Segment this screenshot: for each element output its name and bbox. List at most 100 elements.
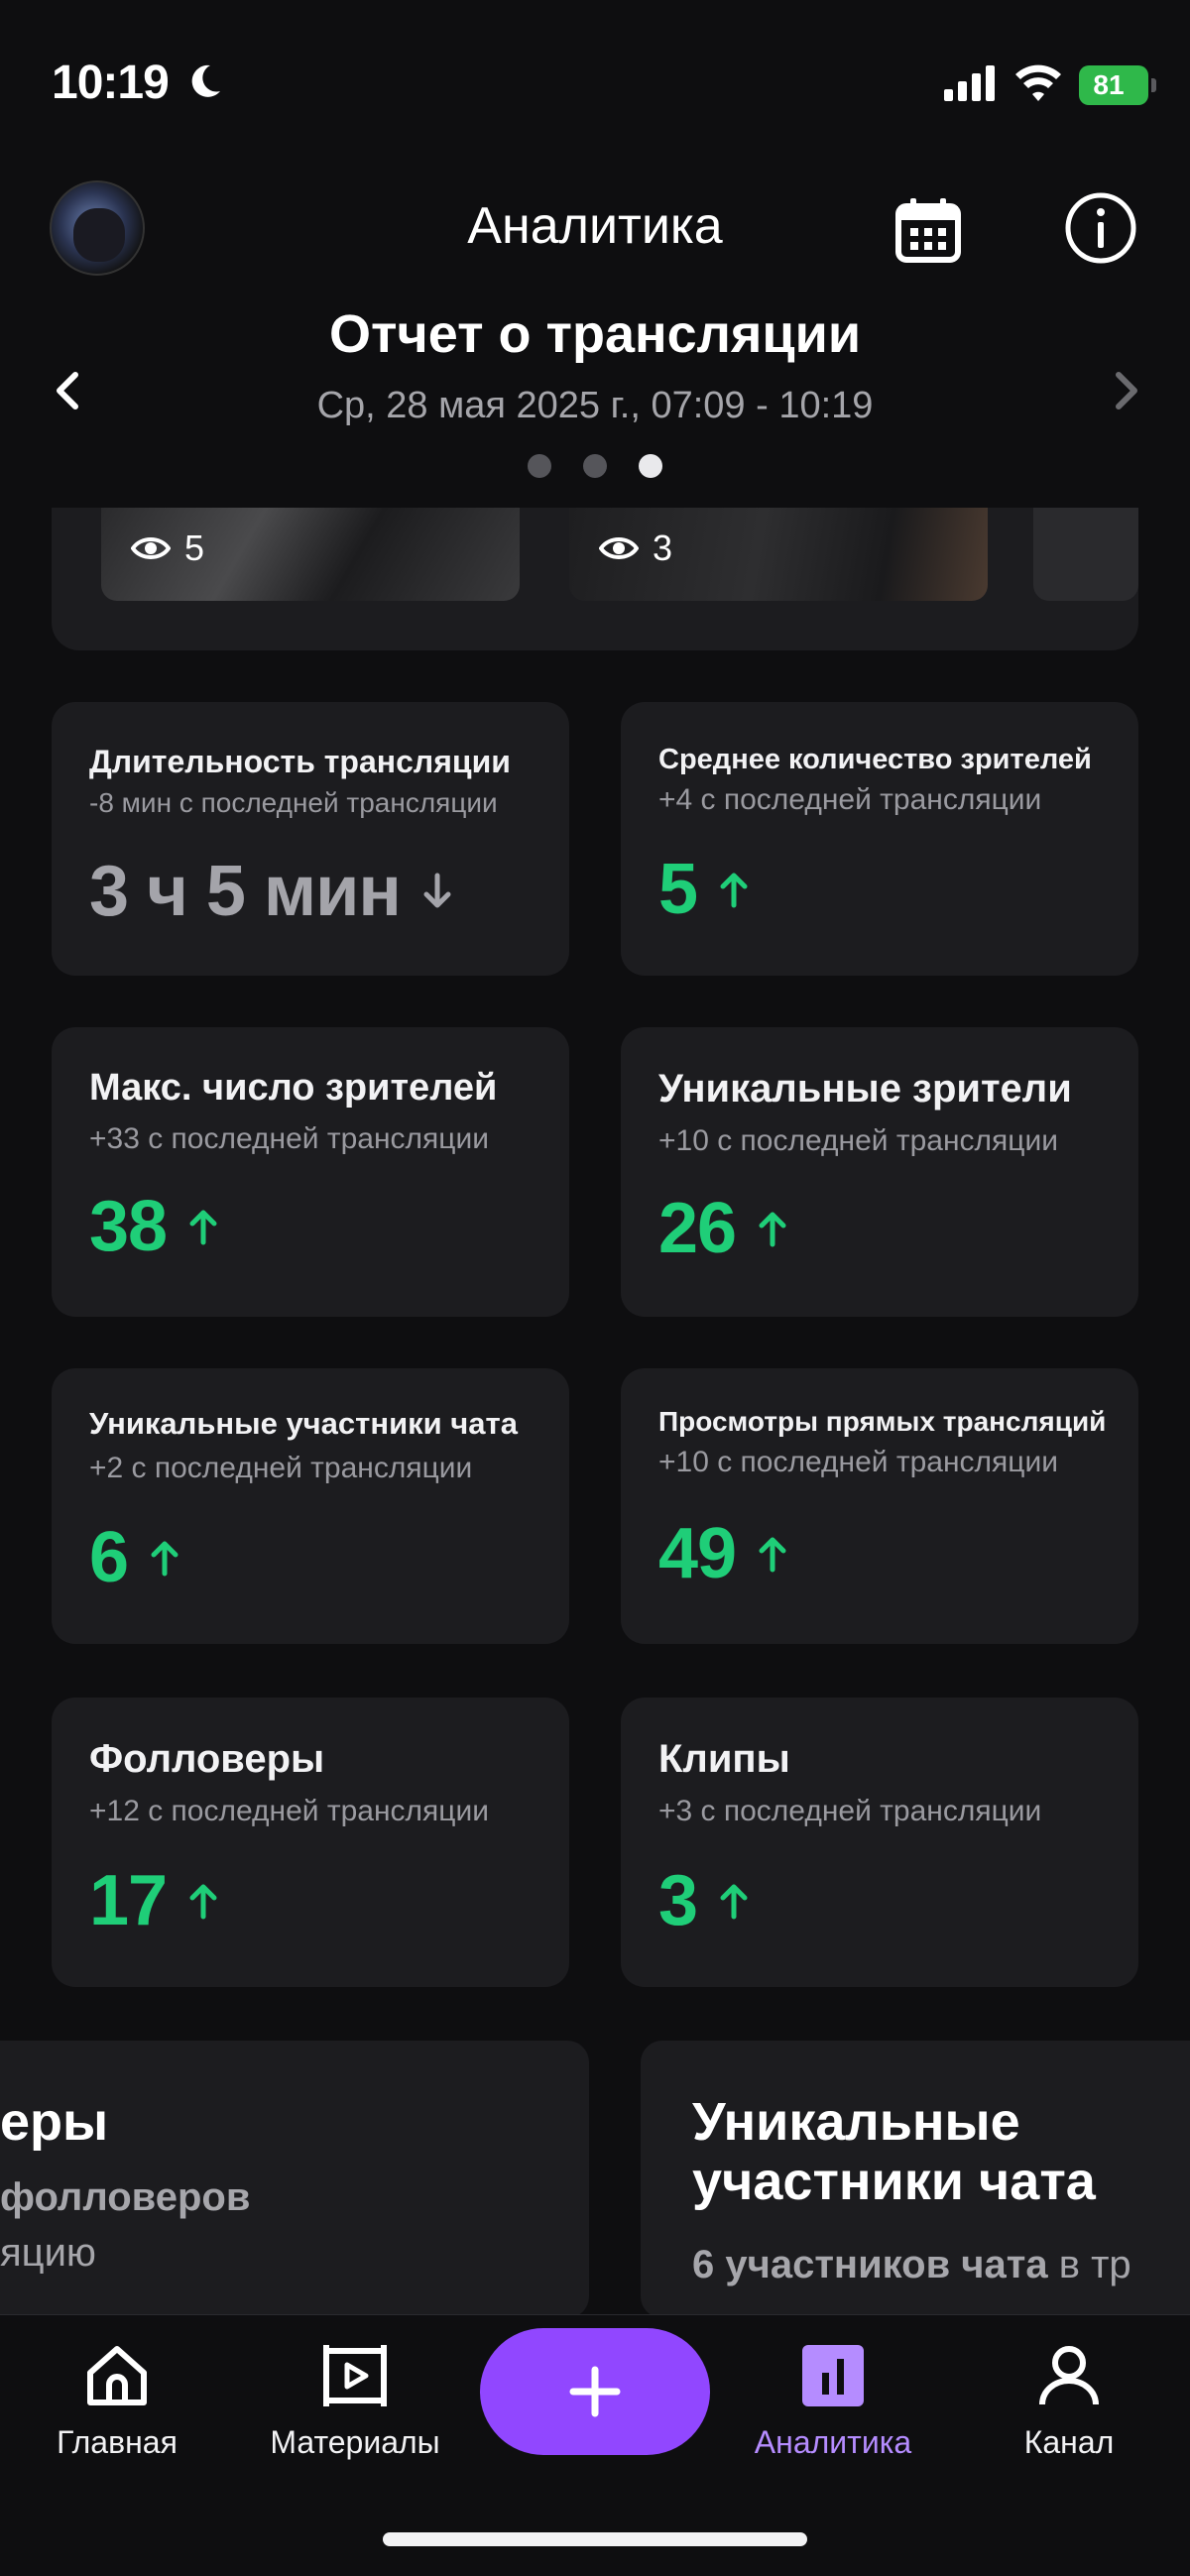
insight-title-line: Уникальные xyxy=(692,2092,1020,2152)
stat-value: 6 xyxy=(89,1517,179,1598)
clip-views: 3 xyxy=(599,527,672,569)
insight-subtitle: 6 участников чата в тр xyxy=(692,2243,1131,2287)
stat-title: Длительность трансляции xyxy=(89,744,511,779)
stat-title: Просмотры прямых трансляций xyxy=(658,1406,1107,1437)
stat-value-text: 3 xyxy=(658,1861,698,1940)
tab-analytics[interactable]: Аналитика xyxy=(734,2341,932,2461)
page-dot[interactable] xyxy=(528,454,551,478)
stat-subtitle: +10 с последней трансляции xyxy=(658,1446,1058,1478)
stat-subtitle: +12 с последней трансляции xyxy=(89,1795,489,1827)
app-header: Аналитика xyxy=(0,169,1190,288)
calendar-icon[interactable] xyxy=(892,194,964,266)
stat-value-text: 17 xyxy=(89,1861,168,1940)
status-time: 10:19 xyxy=(52,57,170,109)
page-dot[interactable] xyxy=(583,454,607,478)
insight-subtitle: фолловеров xyxy=(0,2175,251,2219)
create-button[interactable] xyxy=(480,2328,710,2455)
stat-value-text: 3 ч 5 мин xyxy=(89,852,402,931)
stat-subtitle: +33 с последней трансляции xyxy=(89,1122,489,1155)
person-icon xyxy=(1039,2346,1099,2405)
arrow-up-icon xyxy=(189,1210,217,1245)
clips-carousel[interactable]: 5 3 xyxy=(52,508,1138,650)
arrow-down-icon xyxy=(423,873,451,908)
stat-value: 38 xyxy=(89,1186,218,1267)
plus-icon xyxy=(569,2366,621,2417)
stat-subtitle: +4 с последней трансляции xyxy=(658,783,1042,816)
arrow-up-icon xyxy=(759,1537,786,1573)
insight-subtitle-bold: 6 участников чата xyxy=(692,2243,1048,2286)
insight-title: еры xyxy=(0,2092,109,2152)
stat-title: Макс. число зрителей xyxy=(89,1067,498,1109)
arrow-up-icon xyxy=(151,1541,178,1577)
stat-card-avg-viewers[interactable]: Среднее количество зрителей +4 с последн… xyxy=(621,702,1138,976)
stat-card-max-viewers[interactable]: Макс. число зрителей +33 с последней тра… xyxy=(52,1027,569,1317)
stat-card-duration[interactable]: Длительность трансляции -8 мин с последн… xyxy=(52,702,569,976)
page-dot-active[interactable] xyxy=(639,454,662,478)
stat-title: Клипы xyxy=(658,1737,790,1781)
stat-value-text: 49 xyxy=(658,1514,737,1593)
stat-card-chat-participants[interactable]: Уникальные участники чата +2 с последней… xyxy=(52,1368,569,1644)
tab-home[interactable]: Главная xyxy=(18,2341,216,2461)
eye-icon xyxy=(599,537,639,559)
stat-title: Уникальные участники чата xyxy=(89,1406,518,1441)
stat-value: 3 xyxy=(658,1860,749,1941)
video-icon xyxy=(323,2345,387,2406)
chevron-right-icon[interactable] xyxy=(1107,369,1146,412)
arrow-up-icon xyxy=(759,1212,786,1247)
insight-title-line: участники чата xyxy=(692,2152,1096,2212)
wifi-icon xyxy=(1015,64,1061,101)
battery-indicator: 81 xyxy=(1079,65,1156,105)
arrow-up-icon xyxy=(189,1884,217,1920)
stat-value-text: 26 xyxy=(658,1189,737,1268)
clip-views-count: 3 xyxy=(653,527,673,568)
tab-label: Материалы xyxy=(270,2424,440,2460)
tab-materials[interactable]: Материалы xyxy=(256,2341,454,2461)
status-bar: 10:19 81 xyxy=(0,0,1190,169)
stat-title: Уникальные зрители xyxy=(658,1067,1072,1111)
clip-thumbnail[interactable]: 5 xyxy=(101,508,520,601)
stat-value: 3 ч 5 мин xyxy=(89,851,452,932)
clip-views-count: 5 xyxy=(184,527,205,568)
stat-value-text: 6 xyxy=(89,1518,129,1597)
stat-title: Среднее количество зрителей xyxy=(658,744,1092,775)
page-indicator[interactable] xyxy=(0,454,1190,478)
clip-views: 5 xyxy=(131,527,204,569)
tab-label: Аналитика xyxy=(754,2424,912,2460)
tab-channel[interactable]: Канал xyxy=(970,2341,1168,2461)
stat-card-followers[interactable]: Фолловеры +12 с последней трансляции 17 xyxy=(52,1698,569,1987)
moon-icon xyxy=(191,64,220,97)
report-title: Отчет о трансляции xyxy=(328,304,862,364)
stat-subtitle: +10 с последней трансляции xyxy=(658,1124,1058,1157)
clip-thumbnail[interactable] xyxy=(1033,508,1138,601)
tab-label: Главная xyxy=(57,2424,178,2460)
info-icon[interactable] xyxy=(1063,190,1138,266)
stat-value: 17 xyxy=(89,1860,218,1941)
stat-card-unique-viewers[interactable]: Уникальные зрители +10 с последней транс… xyxy=(621,1027,1138,1317)
stat-value: 26 xyxy=(658,1188,787,1269)
stat-card-live-views[interactable]: Просмотры прямых трансляций +10 с послед… xyxy=(621,1368,1138,1644)
tab-label: Канал xyxy=(1023,2424,1115,2460)
stat-subtitle: +2 с последней трансляции xyxy=(89,1452,473,1484)
insight-card-followers[interactable]: еры фолловеров яцию xyxy=(0,2041,589,2318)
signal-icon xyxy=(944,65,995,101)
stat-subtitle: -8 мин с последней трансляции xyxy=(89,787,498,818)
stat-value: 49 xyxy=(658,1513,787,1594)
home-indicator[interactable] xyxy=(383,2532,807,2546)
clip-thumbnail[interactable]: 3 xyxy=(569,508,988,601)
insight-title: Уникальные участники чата xyxy=(692,2092,1096,2212)
stat-value-text: 38 xyxy=(89,1187,168,1266)
stat-title: Фолловеры xyxy=(89,1737,325,1781)
stat-value-text: 5 xyxy=(658,850,698,929)
stat-card-clips[interactable]: Клипы +3 с последней трансляции 3 xyxy=(621,1698,1138,1987)
eye-icon xyxy=(131,537,171,559)
home-icon xyxy=(87,2346,147,2405)
insight-card-chat[interactable]: Уникальные участники чата 6 участников ч… xyxy=(641,2041,1190,2318)
arrow-up-icon xyxy=(720,1884,748,1920)
report-date: Ср, 28 мая 2025 г., 07:09 - 10:19 xyxy=(316,385,874,426)
insight-subtitle-rest: яцию xyxy=(0,2231,96,2275)
stat-subtitle: +3 с последней трансляции xyxy=(658,1795,1042,1827)
insight-subtitle-rest: в тр xyxy=(1047,2243,1131,2286)
page-title: Аналитика xyxy=(467,197,723,255)
arrow-up-icon xyxy=(720,873,748,908)
analytics-icon xyxy=(802,2345,864,2406)
